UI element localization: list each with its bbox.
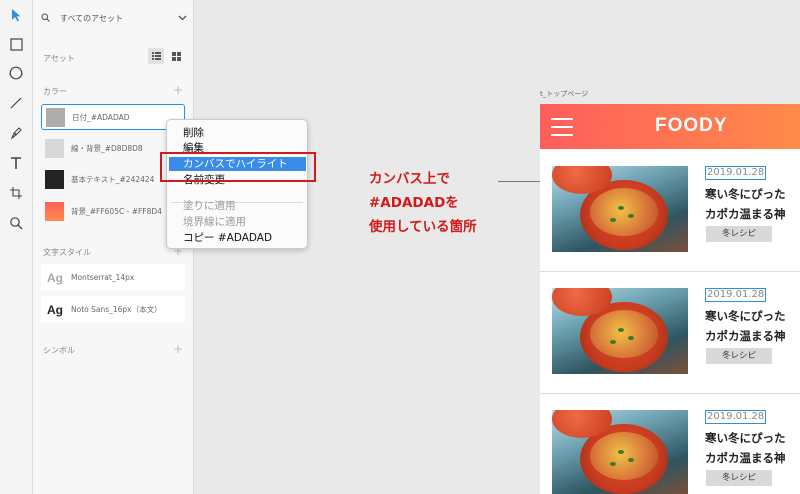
symbols-section-title: シンボル bbox=[43, 346, 75, 355]
recipe-tag[interactable]: 冬レシピ bbox=[706, 226, 772, 242]
colors-section-title: カラー bbox=[43, 87, 67, 96]
context-menu: 削除 編集 カンバスでハイライト 名前変更 塗りに適用 境界線に適用 コピー #… bbox=[166, 119, 308, 249]
zoom-tool-icon[interactable] bbox=[5, 212, 27, 234]
search-icon bbox=[41, 13, 50, 24]
app-logo: FOODY bbox=[655, 115, 728, 136]
rectangle-tool-icon[interactable] bbox=[5, 33, 27, 55]
color-swatch bbox=[45, 138, 64, 158]
recipe-title: 寒い冬にぴった カポカ温まる神 bbox=[705, 187, 786, 221]
color-asset-adadad[interactable]: 日付_#ADADAD bbox=[41, 104, 185, 130]
annotation-line: 使用している箇所 bbox=[369, 219, 477, 235]
color-asset-label: 背景_#FF605C - #FF8D4 bbox=[71, 206, 162, 216]
annotation-line: カンバス上で bbox=[369, 171, 450, 187]
text-style-montserrat[interactable]: Ag Montserrat_14px bbox=[41, 264, 185, 291]
menu-item-apply-stroke: 境界線に適用 bbox=[183, 216, 246, 228]
recipe-title: 寒い冬にぴった カポカ温まる神 bbox=[705, 309, 786, 343]
menu-item-copy-hex[interactable]: コピー #ADADAD bbox=[183, 231, 272, 245]
text-style-preview: Ag bbox=[47, 302, 63, 317]
artboard[interactable]: FOODY 2019.01.28 寒い冬にぴった カポカ温まる神 冬レシピ 20… bbox=[540, 104, 800, 494]
text-style-label: Montserrat_14px bbox=[71, 273, 135, 282]
chevron-down-icon bbox=[178, 14, 187, 23]
recipe-date: 2019.01.28 bbox=[705, 410, 767, 424]
color-swatch bbox=[46, 107, 65, 127]
hamburger-menu-icon[interactable] bbox=[551, 118, 573, 142]
recipe-card[interactable]: 2019.01.28 寒い冬にぴった カポカ温まる神 冬レシピ bbox=[540, 154, 800, 272]
recipe-image bbox=[552, 288, 688, 374]
recipe-date: 2019.01.28 bbox=[705, 166, 767, 180]
recipe-image bbox=[552, 166, 688, 252]
app-header: FOODY bbox=[540, 104, 800, 149]
color-swatch bbox=[45, 169, 64, 189]
list-view-button[interactable] bbox=[148, 48, 164, 64]
ellipse-tool-icon[interactable] bbox=[5, 62, 27, 84]
asset-filter-label: すべてのアセット bbox=[60, 13, 123, 23]
recipe-tag[interactable]: 冬レシピ bbox=[706, 470, 772, 486]
color-asset-gradient[interactable]: 背景_#FF605C - #FF8D4 bbox=[41, 198, 185, 224]
gradient-swatch bbox=[45, 201, 64, 221]
add-symbol-icon[interactable]: + bbox=[173, 343, 183, 355]
grid-view-icon bbox=[171, 51, 181, 61]
text-styles-section-title: 文字スタイル bbox=[43, 248, 91, 257]
recipe-title: 寒い冬にぴった カポカ温まる神 bbox=[705, 431, 786, 465]
color-asset-label: 基本テキスト_#242424 bbox=[71, 174, 155, 184]
artboard-tool-icon[interactable] bbox=[5, 182, 27, 204]
menu-item-apply-fill: 塗りに適用 bbox=[183, 200, 236, 212]
recipe-date: 2019.01.28 bbox=[705, 288, 767, 302]
text-style-preview: Ag bbox=[47, 270, 63, 285]
assets-section-title: アセット bbox=[43, 54, 75, 63]
tool-bar bbox=[0, 0, 33, 494]
recipe-image bbox=[552, 410, 688, 494]
asset-filter-dropdown[interactable]: すべてのアセット bbox=[41, 9, 187, 27]
menu-item-delete[interactable]: 削除 bbox=[183, 126, 204, 140]
color-asset-label: 日付_#ADADAD bbox=[72, 112, 130, 122]
pen-tool-icon[interactable] bbox=[5, 122, 27, 144]
recipe-tag[interactable]: 冬レシピ bbox=[706, 348, 772, 364]
recipe-card[interactable]: 2019.01.28 寒い冬にぴった カポカ温まる神 冬レシピ bbox=[540, 276, 800, 394]
color-asset-label: 線・背景_#D8D8D8 bbox=[71, 143, 143, 153]
annotation-line: #ADADADを bbox=[369, 195, 459, 211]
recipe-card[interactable]: 2019.01.28 寒い冬にぴった カポカ温まる神 冬レシピ bbox=[540, 398, 800, 494]
annotation-text: カンバス上で #ADADADを 使用している箇所 bbox=[369, 167, 477, 239]
text-tool-icon[interactable] bbox=[5, 152, 27, 174]
artboard-name[interactable]: t_トップページ bbox=[540, 89, 588, 99]
line-tool-icon[interactable] bbox=[5, 92, 27, 114]
text-style-label: Noto Sans_16px（本文） bbox=[71, 305, 162, 314]
list-view-icon bbox=[151, 52, 161, 60]
grid-view-button[interactable] bbox=[168, 48, 184, 64]
select-tool-icon[interactable] bbox=[5, 4, 27, 26]
menu-highlight-box bbox=[160, 152, 316, 182]
text-style-noto-sans[interactable]: Ag Noto Sans_16px（本文） bbox=[41, 296, 185, 323]
add-color-icon[interactable]: + bbox=[173, 84, 183, 96]
